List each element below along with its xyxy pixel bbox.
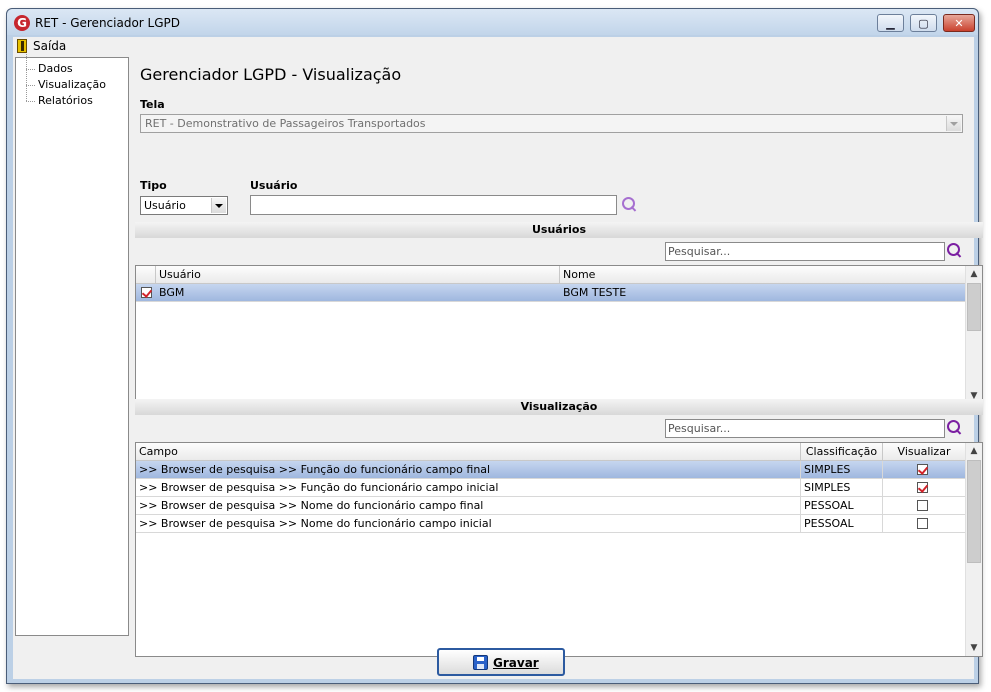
chevron-down-icon[interactable]	[211, 198, 226, 213]
nav-item-visualizacao[interactable]: Visualização	[20, 70, 106, 93]
search-icon[interactable]	[946, 419, 964, 437]
minimize-button[interactable]: ▁	[877, 14, 904, 32]
visualizar-checkbox[interactable]	[917, 482, 928, 493]
search-icon[interactable]	[946, 242, 964, 260]
tipo-label: Tipo	[140, 179, 167, 192]
cell-classificacao: SIMPLES	[801, 479, 883, 497]
exit-door-icon[interactable]	[17, 39, 27, 53]
visualizar-checkbox[interactable]	[917, 464, 928, 475]
window-title: RET - Gerenciador LGPD	[35, 16, 181, 30]
column-header-classificacao[interactable]: Classificação	[801, 443, 883, 461]
close-icon: ✕	[954, 17, 964, 30]
close-button[interactable]: ✕	[943, 14, 975, 32]
tipo-select[interactable]: Usuário	[140, 196, 228, 215]
column-header-check	[136, 266, 156, 284]
save-button[interactable]: Gravar	[437, 648, 565, 676]
nav-item-dados[interactable]: Dados	[20, 54, 73, 77]
visualizar-checkbox[interactable]	[917, 518, 928, 529]
cell-campo: >> Browser de pesquisa >> Função do func…	[136, 479, 801, 497]
scroll-thumb[interactable]	[967, 460, 981, 563]
search-icon[interactable]	[621, 196, 639, 214]
scroll-thumb[interactable]	[967, 283, 981, 331]
chevron-down-icon[interactable]	[946, 116, 961, 131]
window-client-area: Saída Dados Visualização Relatórios Gere…	[13, 37, 983, 679]
usuario-label: Usuário	[250, 179, 298, 192]
navigation-tree: Dados Visualização Relatórios	[15, 54, 129, 636]
cell-visualizar	[883, 461, 966, 479]
usuarios-scrollbar[interactable]: ▲ ▼	[965, 266, 982, 404]
table-row[interactable]: >> Browser de pesquisa >> Nome do funcio…	[136, 497, 966, 515]
tela-label: Tela	[140, 98, 165, 111]
maximize-icon: ▢	[918, 17, 929, 30]
main-panel: Gerenciador LGPD - Visualização Tela RET…	[135, 57, 983, 657]
column-header-usuario[interactable]: Usuário	[156, 266, 560, 284]
floppy-disk-icon	[473, 655, 488, 670]
row-checkbox[interactable]	[141, 287, 152, 298]
table-row[interactable]: >> Browser de pesquisa >> Função do func…	[136, 461, 966, 479]
maximize-button[interactable]: ▢	[910, 14, 937, 32]
usuarios-search-input[interactable]	[668, 244, 938, 259]
usuario-input[interactable]	[250, 195, 617, 215]
title-bar[interactable]: G RET - Gerenciador LGPD ▁ ▢ ✕	[7, 9, 978, 35]
visualizacao-section-header: Visualização	[135, 399, 983, 415]
cell-visualizar	[883, 497, 966, 515]
usuarios-search-box[interactable]	[665, 242, 945, 261]
app-logo-icon: G	[14, 15, 30, 31]
save-button-label: Gravar	[493, 656, 539, 670]
visualizacao-grid: Campo Classificação Visualizar >> Browse…	[135, 442, 983, 657]
cell-nome: BGM TESTE	[563, 286, 627, 299]
tela-select[interactable]: RET - Demonstrativo de Passageiros Trans…	[140, 114, 963, 133]
cell-campo: >> Browser de pesquisa >> Nome do funcio…	[136, 497, 801, 515]
column-header-visualizar[interactable]: Visualizar	[883, 443, 966, 461]
cell-usuario: BGM	[159, 286, 185, 299]
cell-classificacao: PESSOAL	[801, 497, 883, 515]
cell-campo: >> Browser de pesquisa >> Função do func…	[136, 461, 801, 479]
page-title: Gerenciador LGPD - Visualização	[140, 65, 402, 84]
scroll-down-icon[interactable]: ▼	[966, 640, 982, 656]
cell-visualizar	[883, 515, 966, 533]
usuarios-grid-header: Usuário Nome	[136, 266, 966, 284]
cell-classificacao: SIMPLES	[801, 461, 883, 479]
tela-select-value: RET - Demonstrativo de Passageiros Trans…	[145, 117, 426, 130]
visualizacao-scrollbar[interactable]: ▲ ▼	[965, 443, 982, 656]
table-row[interactable]: >> Browser de pesquisa >> Nome do funcio…	[136, 515, 966, 533]
minimize-icon: ▁	[886, 17, 895, 30]
column-header-nome[interactable]: Nome	[560, 266, 966, 284]
app-window: G RET - Gerenciador LGPD ▁ ▢ ✕ Saída Dad…	[6, 8, 983, 684]
table-row[interactable]: BGM BGM TESTE	[136, 284, 966, 302]
scroll-up-icon[interactable]: ▲	[966, 266, 982, 282]
column-header-campo[interactable]: Campo	[136, 443, 801, 461]
cell-campo: >> Browser de pesquisa >> Nome do funcio…	[136, 515, 801, 533]
visualizar-checkbox[interactable]	[917, 500, 928, 511]
visualizacao-search-input[interactable]	[668, 421, 938, 436]
scroll-up-icon[interactable]: ▲	[966, 443, 982, 459]
table-row[interactable]: >> Browser de pesquisa >> Função do func…	[136, 479, 966, 497]
usuarios-grid: Usuário Nome BGM BGM TESTE ▲ ▼	[135, 265, 983, 405]
visualizacao-grid-header: Campo Classificação Visualizar	[136, 443, 966, 461]
tipo-select-value: Usuário	[144, 199, 186, 212]
menu-bar: Saída	[13, 37, 974, 55]
usuarios-section-header: Usuários	[135, 222, 983, 238]
cell-classificacao: PESSOAL	[801, 515, 883, 533]
menu-exit[interactable]: Saída	[33, 39, 66, 53]
visualizacao-search-box[interactable]	[665, 419, 945, 438]
nav-item-relatorios[interactable]: Relatórios	[20, 86, 93, 109]
cell-visualizar	[883, 479, 966, 497]
